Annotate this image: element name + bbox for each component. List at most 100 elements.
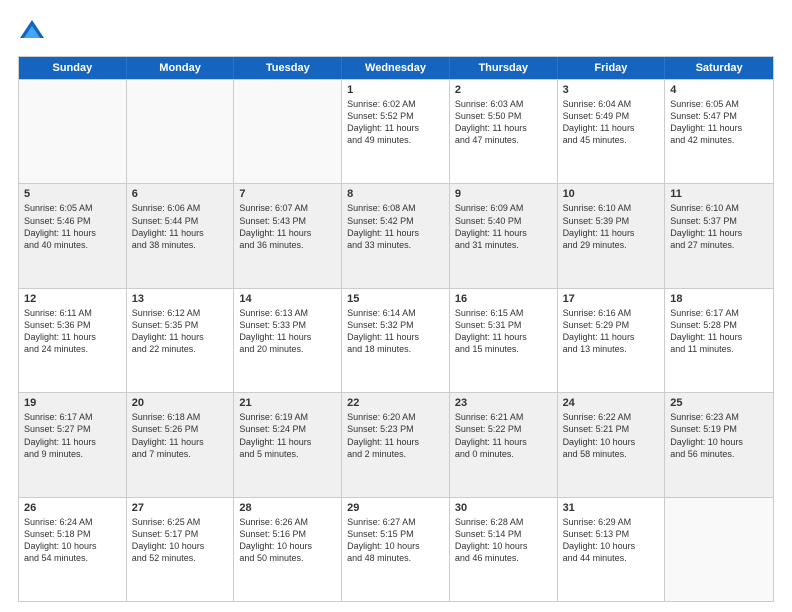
cell-info: Sunrise: 6:24 AM Sunset: 5:18 PM Dayligh… — [24, 516, 121, 565]
header-day-wednesday: Wednesday — [342, 57, 450, 79]
day-number: 1 — [347, 84, 444, 96]
day-number: 31 — [563, 502, 660, 514]
cell-info: Sunrise: 6:06 AM Sunset: 5:44 PM Dayligh… — [132, 202, 229, 251]
calendar-cell: 14 Sunrise: 6:13 AM Sunset: 5:33 PM Dayli… — [234, 289, 342, 392]
calendar-cell: 10Sunrise: 6:10 AM Sunset: 5:39 PM Dayli… — [558, 184, 666, 287]
day-number: 14 — [239, 293, 336, 305]
day-number: 19 — [24, 397, 121, 409]
calendar-cell: 31 Sunrise: 6:29 AM Sunset: 5:13 PM Dayli… — [558, 498, 666, 601]
cell-info: Sunrise: 6:05 AM Sunset: 5:46 PM Dayligh… — [24, 202, 121, 251]
cell-info: Sunrise: 6:07 AM Sunset: 5:43 PM Dayligh… — [239, 202, 336, 251]
calendar-cell: 8 Sunrise: 6:08 AM Sunset: 5:42 PM Daylig… — [342, 184, 450, 287]
cell-info: Sunrise: 6:28 AM Sunset: 5:14 PM Dayligh… — [455, 516, 552, 565]
cell-info: Sunrise: 6:17 AM Sunset: 5:28 PM Dayligh… — [670, 307, 768, 356]
header-day-monday: Monday — [127, 57, 235, 79]
cell-info: Sunrise: 6:04 AM Sunset: 5:49 PM Dayligh… — [563, 98, 660, 147]
day-number: 29 — [347, 502, 444, 514]
cell-info: Sunrise: 6:19 AM Sunset: 5:24 PM Dayligh… — [239, 411, 336, 460]
cell-info: Sunrise: 6:29 AM Sunset: 5:13 PM Dayligh… — [563, 516, 660, 565]
header-day-thursday: Thursday — [450, 57, 558, 79]
calendar-cell: 25 Sunrise: 6:23 AM Sunset: 5:19 PM Dayli… — [665, 393, 773, 496]
calendar-cell: 17 Sunrise: 6:16 AM Sunset: 5:29 PM Dayli… — [558, 289, 666, 392]
calendar-cell: 5 Sunrise: 6:05 AM Sunset: 5:46 PM Daylig… — [19, 184, 127, 287]
calendar-cell: 18 Sunrise: 6:17 AM Sunset: 5:28 PM Dayli… — [665, 289, 773, 392]
calendar-row-1: 1 Sunrise: 6:02 AM Sunset: 5:52 PM Daylig… — [19, 79, 773, 183]
day-number: 20 — [132, 397, 229, 409]
calendar-cell: 30 Sunrise: 6:28 AM Sunset: 5:14 PM Dayli… — [450, 498, 558, 601]
calendar-cell: 11 Sunrise: 6:10 AM Sunset: 5:37 PM Dayli… — [665, 184, 773, 287]
calendar-cell: 27Sunrise: 6:25 AM Sunset: 5:17 PM Dayli… — [127, 498, 235, 601]
day-number: 6 — [132, 188, 229, 200]
day-number: 11 — [670, 188, 768, 200]
calendar-body: 1 Sunrise: 6:02 AM Sunset: 5:52 PM Daylig… — [19, 79, 773, 601]
day-number: 26 — [24, 502, 121, 514]
calendar-cell: 22 Sunrise: 6:20 AM Sunset: 5:23 PM Dayli… — [342, 393, 450, 496]
calendar-cell — [127, 80, 235, 183]
calendar-row-2: 5 Sunrise: 6:05 AM Sunset: 5:46 PM Daylig… — [19, 183, 773, 287]
calendar-cell: 16 Sunrise: 6:15 AM Sunset: 5:31 PM Dayli… — [450, 289, 558, 392]
calendar-cell — [234, 80, 342, 183]
cell-info: Sunrise: 6:13 AM Sunset: 5:33 PM Dayligh… — [239, 307, 336, 356]
calendar-cell: 3 Sunrise: 6:04 AM Sunset: 5:49 PM Daylig… — [558, 80, 666, 183]
header-day-tuesday: Tuesday — [234, 57, 342, 79]
logo-icon — [18, 18, 46, 46]
calendar-cell: 2 Sunrise: 6:03 AM Sunset: 5:50 PM Daylig… — [450, 80, 558, 183]
cell-info: Sunrise: 6:03 AM Sunset: 5:50 PM Dayligh… — [455, 98, 552, 147]
day-number: 3 — [563, 84, 660, 96]
day-number: 16 — [455, 293, 552, 305]
day-number: 21 — [239, 397, 336, 409]
calendar-cell: 13Sunrise: 6:12 AM Sunset: 5:35 PM Dayli… — [127, 289, 235, 392]
cell-info: Sunrise: 6:22 AM Sunset: 5:21 PM Dayligh… — [563, 411, 660, 460]
day-number: 30 — [455, 502, 552, 514]
header — [18, 18, 774, 46]
day-number: 18 — [670, 293, 768, 305]
calendar-cell: 6 Sunrise: 6:06 AM Sunset: 5:44 PM Daylig… — [127, 184, 235, 287]
calendar-cell: 9Sunrise: 6:09 AM Sunset: 5:40 PM Daylig… — [450, 184, 558, 287]
cell-info: Sunrise: 6:21 AM Sunset: 5:22 PM Dayligh… — [455, 411, 552, 460]
cell-info: Sunrise: 6:15 AM Sunset: 5:31 PM Dayligh… — [455, 307, 552, 356]
cell-info: Sunrise: 6:17 AM Sunset: 5:27 PM Dayligh… — [24, 411, 121, 460]
cell-info: Sunrise: 6:05 AM Sunset: 5:47 PM Dayligh… — [670, 98, 768, 147]
calendar-row-4: 19 Sunrise: 6:17 AM Sunset: 5:27 PM Dayli… — [19, 392, 773, 496]
day-number: 23 — [455, 397, 552, 409]
calendar-row-3: 12Sunrise: 6:11 AM Sunset: 5:36 PM Dayli… — [19, 288, 773, 392]
calendar-cell: 15Sunrise: 6:14 AM Sunset: 5:32 PM Dayli… — [342, 289, 450, 392]
page: SundayMondayTuesdayWednesdayThursdayFrid… — [0, 0, 792, 612]
calendar-header: SundayMondayTuesdayWednesdayThursdayFrid… — [19, 57, 773, 79]
calendar-cell: 21 Sunrise: 6:19 AM Sunset: 5:24 PM Dayli… — [234, 393, 342, 496]
day-number: 28 — [239, 502, 336, 514]
cell-info: Sunrise: 6:02 AM Sunset: 5:52 PM Dayligh… — [347, 98, 444, 147]
cell-info: Sunrise: 6:10 AM Sunset: 5:37 PM Dayligh… — [670, 202, 768, 251]
calendar-cell: 20 Sunrise: 6:18 AM Sunset: 5:26 PM Dayli… — [127, 393, 235, 496]
cell-info: Sunrise: 6:20 AM Sunset: 5:23 PM Dayligh… — [347, 411, 444, 460]
calendar-cell: 1 Sunrise: 6:02 AM Sunset: 5:52 PM Daylig… — [342, 80, 450, 183]
day-number: 25 — [670, 397, 768, 409]
cell-info: Sunrise: 6:23 AM Sunset: 5:19 PM Dayligh… — [670, 411, 768, 460]
cell-info: Sunrise: 6:16 AM Sunset: 5:29 PM Dayligh… — [563, 307, 660, 356]
cell-info: Sunrise: 6:08 AM Sunset: 5:42 PM Dayligh… — [347, 202, 444, 251]
day-number: 13 — [132, 293, 229, 305]
calendar-cell: 4Sunrise: 6:05 AM Sunset: 5:47 PM Daylig… — [665, 80, 773, 183]
day-number: 7 — [239, 188, 336, 200]
day-number: 5 — [24, 188, 121, 200]
day-number: 22 — [347, 397, 444, 409]
calendar-cell: 12Sunrise: 6:11 AM Sunset: 5:36 PM Dayli… — [19, 289, 127, 392]
calendar-cell: 23 Sunrise: 6:21 AM Sunset: 5:22 PM Dayli… — [450, 393, 558, 496]
calendar-row-5: 26 Sunrise: 6:24 AM Sunset: 5:18 PM Dayli… — [19, 497, 773, 601]
day-number: 24 — [563, 397, 660, 409]
cell-info: Sunrise: 6:25 AM Sunset: 5:17 PM Dayligh… — [132, 516, 229, 565]
calendar: SundayMondayTuesdayWednesdayThursdayFrid… — [18, 56, 774, 602]
cell-info: Sunrise: 6:27 AM Sunset: 5:15 PM Dayligh… — [347, 516, 444, 565]
calendar-cell — [665, 498, 773, 601]
cell-info: Sunrise: 6:26 AM Sunset: 5:16 PM Dayligh… — [239, 516, 336, 565]
cell-info: Sunrise: 6:18 AM Sunset: 5:26 PM Dayligh… — [132, 411, 229, 460]
calendar-cell: 19 Sunrise: 6:17 AM Sunset: 5:27 PM Dayli… — [19, 393, 127, 496]
calendar-cell: 26 Sunrise: 6:24 AM Sunset: 5:18 PM Dayli… — [19, 498, 127, 601]
day-number: 8 — [347, 188, 444, 200]
calendar-cell — [19, 80, 127, 183]
day-number: 2 — [455, 84, 552, 96]
calendar-cell: 28 Sunrise: 6:26 AM Sunset: 5:16 PM Dayli… — [234, 498, 342, 601]
day-number: 12 — [24, 293, 121, 305]
header-day-saturday: Saturday — [665, 57, 773, 79]
day-number: 17 — [563, 293, 660, 305]
